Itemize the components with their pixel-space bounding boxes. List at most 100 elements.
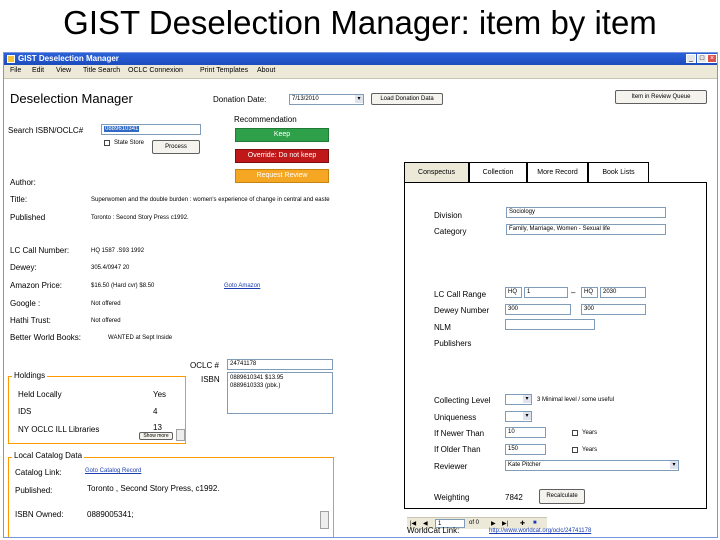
close-icon[interactable]: ×	[707, 54, 717, 63]
holdings-legend: Holdings	[12, 371, 48, 380]
menu-file[interactable]: File	[10, 67, 21, 74]
uniqueness-select[interactable]: ▾	[505, 411, 532, 422]
keep-button[interactable]: Keep	[235, 128, 329, 142]
tab-conspectus[interactable]: Conspectus	[404, 162, 469, 182]
tab-more-record[interactable]: More Record	[527, 162, 588, 182]
google-label: Google :	[10, 299, 41, 308]
division-label: Division	[434, 211, 463, 220]
nlm-field[interactable]	[505, 319, 595, 330]
if-newer-years: Years	[582, 430, 598, 436]
hathi-label: Hathi Trust:	[10, 316, 51, 325]
if-newer-label: If Newer Than	[434, 429, 485, 438]
process-button[interactable]: Process	[152, 140, 200, 154]
nlm-label: NLM	[434, 323, 451, 332]
window-title: GIST Deselection Manager	[18, 54, 119, 63]
published-value: Toronto : Second Story Press c1992.	[91, 215, 189, 221]
publishers-label: Publishers	[434, 339, 472, 348]
menu-view[interactable]: View	[56, 67, 71, 74]
if-older-checkbox[interactable]	[572, 447, 578, 453]
worldcat-link[interactable]: http://www.worldcat.org/oclc/24741178	[489, 528, 591, 534]
ny-oclc-label: NY OCLC ILL Libraries	[18, 425, 100, 434]
if-older-years: Years	[582, 447, 598, 453]
review-queue-button[interactable]: Item in Review Queue	[615, 90, 707, 104]
dewey-from[interactable]: 300	[505, 304, 571, 315]
lc-to-prefix[interactable]: HQ	[581, 287, 598, 298]
hathi-value: Not offered	[91, 318, 121, 324]
menu-title-search[interactable]: Title Search	[83, 67, 120, 74]
search-input-value: 0889610341	[104, 126, 140, 132]
app-window: GIST Deselection Manager _ □ × File Edit…	[3, 52, 718, 538]
maximize-icon[interactable]: □	[697, 54, 707, 63]
oclc-input[interactable]: 24741178	[227, 359, 333, 370]
add-record-icon[interactable]: ✚	[520, 520, 525, 527]
state-store-checkbox[interactable]	[104, 140, 110, 146]
state-store-label: State Store	[114, 140, 145, 146]
reviewer-value: Kate Pitcher	[508, 462, 541, 468]
division-field[interactable]: Sociology	[506, 207, 666, 218]
chevron-down-icon[interactable]: ▾	[523, 395, 531, 403]
conspectus-panel: Division Sociology Category Family, Marr…	[404, 182, 707, 509]
load-donation-button[interactable]: Load Donation Data	[371, 93, 443, 105]
ids-value: 4	[153, 407, 158, 416]
catalog-link[interactable]: Goto Catalog Record	[85, 468, 141, 474]
donation-date-picker[interactable]: 7/13/2010 ▾	[289, 94, 364, 105]
weighting-label: Weighting	[434, 493, 470, 502]
isbn-owned-value: 0889005341;	[87, 510, 134, 519]
uniqueness-label: Uniqueness	[434, 413, 477, 422]
chevron-down-icon[interactable]: ▾	[670, 461, 678, 469]
search-input[interactable]: 0889610341	[101, 124, 201, 135]
main-form: Deselection Manager Donation Date: 7/13/…	[4, 79, 717, 537]
amazon-label: Amazon Price:	[10, 281, 63, 290]
if-newer-checkbox[interactable]	[572, 430, 578, 436]
recalculate-button[interactable]: Recalculate	[539, 489, 585, 504]
search-label: Search ISBN/OCLC#	[8, 126, 84, 135]
last-record-icon[interactable]: ▶|	[502, 520, 508, 527]
ids-label: IDS	[18, 407, 32, 416]
category-field[interactable]: Family, Marriage, Women - Sexual life	[506, 224, 666, 235]
goto-amazon-link[interactable]: Goto Amazon	[224, 283, 260, 289]
reviewer-label: Reviewer	[434, 462, 468, 471]
collecting-level-select[interactable]: ▾	[505, 394, 532, 405]
google-value: Not offered	[91, 301, 121, 307]
holdings-scrollbar[interactable]	[176, 429, 185, 441]
title-label: Title:	[10, 195, 28, 204]
lc-range-label: LC Call Range	[434, 290, 487, 299]
collecting-level-label: Collecting Level	[434, 396, 491, 405]
ny-oclc-value: 13	[153, 423, 162, 432]
show-more-button[interactable]: Show more	[139, 432, 173, 440]
if-older-input[interactable]: 150	[505, 444, 546, 455]
reviewer-select[interactable]: Kate Pitcher ▾	[505, 460, 679, 471]
app-icon	[7, 55, 15, 63]
isbn-list-item[interactable]: 0889610333 (pbk.)	[230, 382, 332, 390]
held-locally-label: Held Locally	[18, 390, 62, 399]
dewey-to[interactable]: 300	[581, 304, 646, 315]
request-review-button[interactable]: Request Review	[235, 169, 329, 183]
menu-about[interactable]: About	[257, 67, 275, 74]
if-newer-input[interactable]: 10	[505, 427, 546, 438]
amazon-value: $16.50 (Hard cvr) $8.50	[91, 283, 155, 289]
bwb-value: WANTED at Sept Inside	[108, 335, 173, 341]
catalog-published-value: Toronto , Second Story Press, c1992.	[87, 484, 220, 493]
isbn-list-item[interactable]: 0889610341 $13.95	[230, 374, 332, 382]
lc-from-prefix[interactable]: HQ	[505, 287, 522, 298]
worldcat-label: WorldCat Link:	[407, 526, 460, 535]
lc-from-number[interactable]: 1	[524, 287, 568, 298]
minimize-icon[interactable]: _	[686, 54, 696, 63]
tab-collection[interactable]: Collection	[469, 162, 527, 182]
catalog-scrollbar[interactable]	[320, 511, 329, 529]
menu-oclc-connexion[interactable]: OCLC Connexion	[128, 67, 183, 74]
lc-to-number[interactable]: 2030	[600, 287, 646, 298]
window-titlebar: GIST Deselection Manager _ □ ×	[4, 53, 717, 65]
chevron-down-icon[interactable]: ▾	[355, 95, 363, 103]
menu-edit[interactable]: Edit	[32, 67, 44, 74]
save-icon[interactable]: ■	[533, 520, 537, 526]
catalog-published-label: Published:	[15, 486, 53, 495]
tab-book-lists[interactable]: Book Lists	[588, 162, 649, 182]
next-record-icon[interactable]: ▶	[491, 520, 496, 527]
isbn-list[interactable]: 0889610341 $13.95 0889610333 (pbk.)	[227, 372, 333, 414]
override-button[interactable]: Override: Do not keep	[235, 149, 329, 163]
menu-bar: File Edit View Title Search OCLC Connexi…	[4, 66, 717, 79]
menu-print-templates[interactable]: Print Templates	[200, 67, 248, 74]
isbn-label: ISBN	[201, 375, 220, 384]
chevron-down-icon[interactable]: ▾	[523, 412, 531, 420]
